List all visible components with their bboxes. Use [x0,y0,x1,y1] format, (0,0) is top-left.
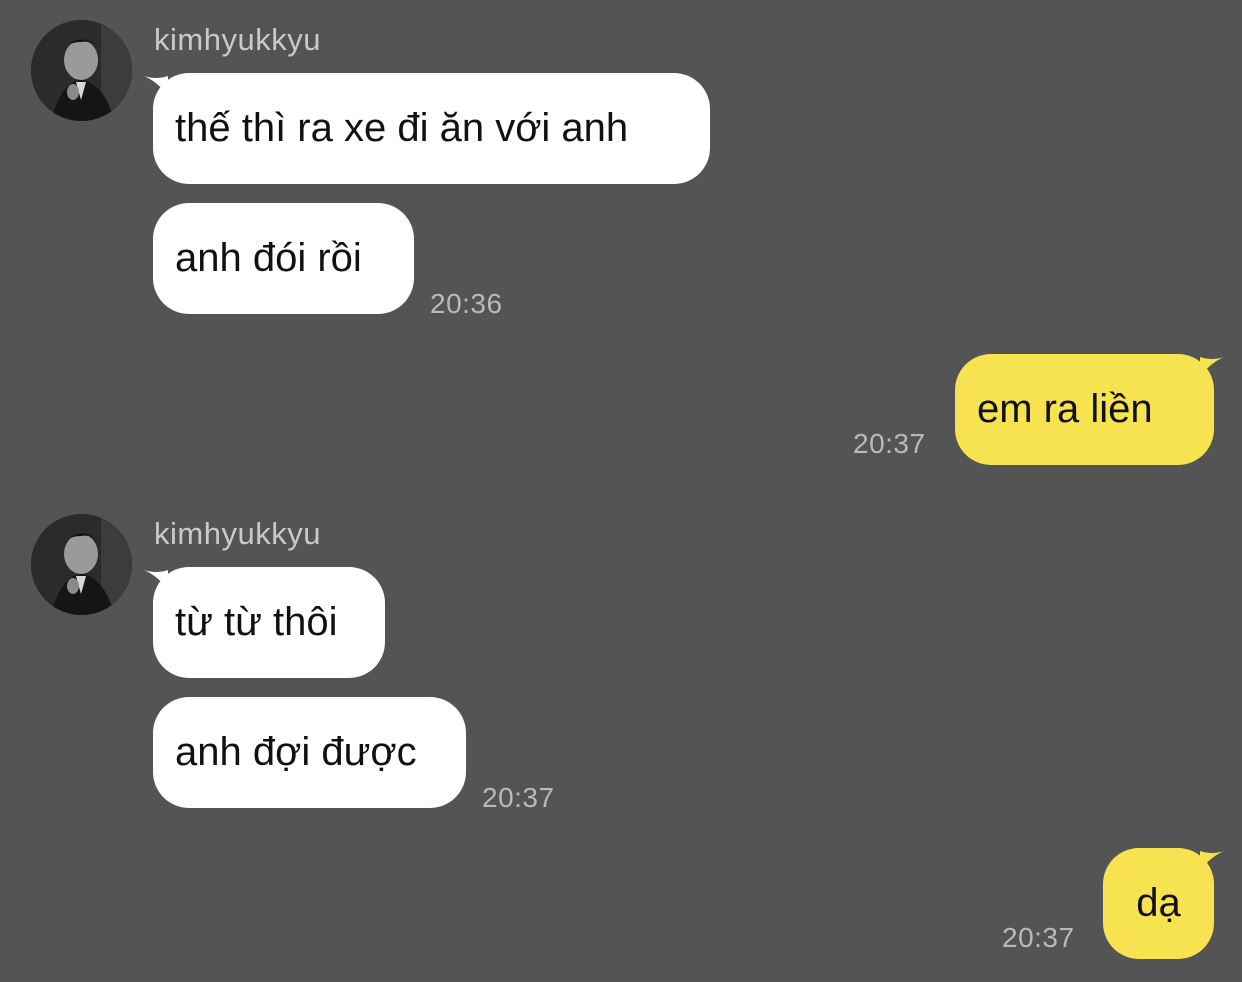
message-bubble-incoming[interactable]: thế thì ra xe đi ăn với anh [153,73,710,184]
bubble-tail [1200,851,1224,871]
message-timestamp: 20:37 [853,428,926,459]
profile-avatar-icon[interactable] [31,514,132,615]
profile-avatar-icon[interactable] [31,20,132,121]
message-timestamp: 20:37 [482,782,555,813]
message-bubble-outgoing[interactable]: em ra liền [955,354,1214,465]
sender-name: kimhyukkyu [154,22,321,57]
message-timestamp: 20:36 [430,288,503,319]
message-bubble-incoming[interactable]: anh đợi được [153,697,466,808]
message-timestamp: 20:37 [1002,922,1075,953]
sender-name: kimhyukkyu [154,516,321,551]
message-bubble-incoming[interactable]: anh đói rồi [153,203,414,314]
bubble-tail [1200,357,1224,377]
message-bubble-incoming[interactable]: từ từ thôi [153,567,385,678]
message-bubble-outgoing[interactable]: dạ [1103,848,1214,959]
